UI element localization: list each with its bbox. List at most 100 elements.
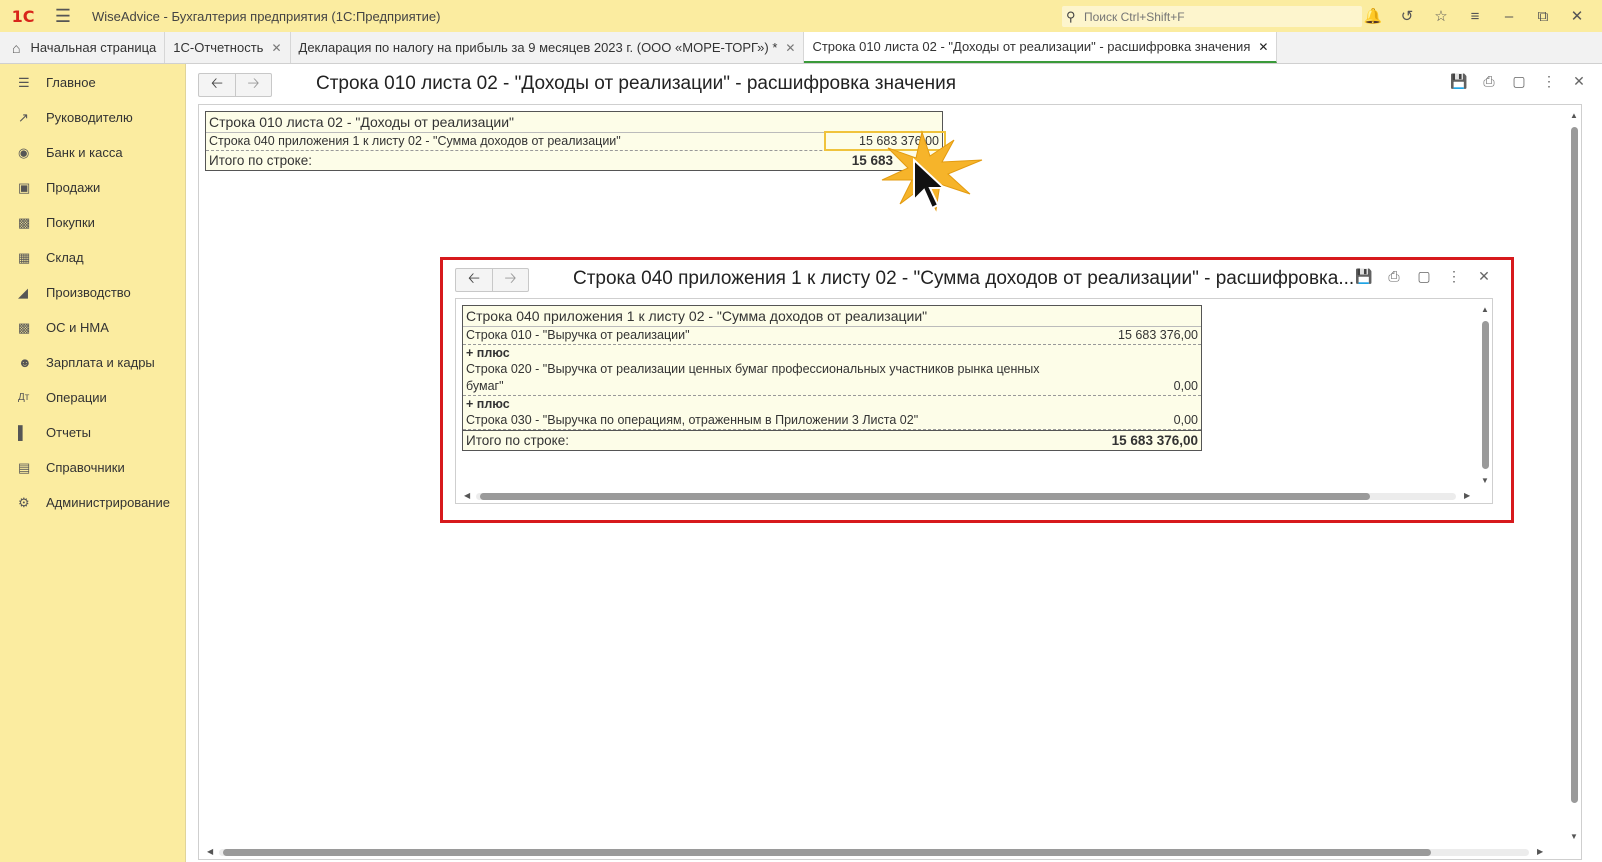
history-icon[interactable]: ↺: [1390, 7, 1424, 25]
preview-icon[interactable]: ▢: [1409, 268, 1439, 285]
settings-lines-icon[interactable]: ≡: [1458, 8, 1492, 25]
minimize-icon[interactable]: –: [1492, 8, 1526, 25]
save-icon[interactable]: 💾: [1444, 73, 1474, 90]
close-tab-icon[interactable]: ✕: [271, 41, 281, 55]
plus-label: + плюс: [466, 346, 510, 360]
sidebar-item-sales[interactable]: ▣ Продажи: [0, 170, 185, 205]
horizontal-scrollbar[interactable]: ◀ ▶: [199, 845, 1581, 859]
row-value[interactable]: 0,00: [1174, 412, 1198, 429]
sidebar-item-label: Главное: [46, 75, 96, 90]
sidebar-item-label: Производство: [46, 285, 131, 300]
person-icon: ☻: [18, 355, 32, 370]
row-value[interactable]: 15 683 376,00: [1118, 327, 1198, 344]
report-total-row: Итого по строке: 15 683: [206, 151, 942, 170]
print-icon[interactable]: ⎙: [1474, 73, 1504, 90]
sidebar-item-manager[interactable]: ↗ Руководителю: [0, 100, 185, 135]
scroll-thumb[interactable]: [1482, 321, 1489, 469]
scroll-right-arrow-icon[interactable]: ▶: [1537, 847, 1543, 856]
row-label: Строка 030 - "Выручка по операциям, отра…: [466, 413, 919, 427]
sidebar-item-main[interactable]: ☰ Главное: [0, 65, 185, 100]
title-bar: 1C ☰ WiseAdvice - Бухгалтерия предприяти…: [0, 0, 1602, 32]
sidebar-item-catalogs[interactable]: ▤ Справочники: [0, 450, 185, 485]
popup-report-sheet[interactable]: Строка 040 приложения 1 к листу 02 - "Су…: [455, 298, 1493, 504]
scroll-up-arrow-icon[interactable]: ▲: [1481, 305, 1489, 314]
search-box[interactable]: ⚲: [1062, 6, 1362, 27]
scroll-thumb[interactable]: [480, 493, 1370, 500]
sidebar-item-warehouse[interactable]: ▦ Склад: [0, 240, 185, 275]
row-value[interactable]: 0,00: [1174, 378, 1198, 395]
bag-icon: ▣: [18, 179, 31, 195]
form-tools: 💾 ⎙ ▢ ⋮ ✕: [1444, 73, 1594, 90]
close-tab-icon[interactable]: ✕: [1258, 40, 1268, 54]
horizontal-scrollbar[interactable]: ◀ ▶: [456, 489, 1492, 503]
app-title: WiseAdvice - Бухгалтерия предприятия (1С…: [92, 8, 441, 24]
back-arrow-icon[interactable]: 🡠: [199, 74, 235, 96]
vertical-scrollbar[interactable]: ▲ ▼: [1567, 105, 1581, 859]
scroll-thumb[interactable]: [1571, 127, 1578, 803]
cart-icon: ▩: [18, 214, 31, 230]
popup-tools: 💾 ⎙ ▢ ⋮ ✕: [1349, 268, 1499, 285]
print-icon[interactable]: ⎙: [1379, 268, 1409, 285]
sidebar-item-label: Руководителю: [46, 110, 133, 125]
hamburger-menu-icon[interactable]: ☰: [52, 0, 74, 32]
more-icon[interactable]: ⋮: [1534, 73, 1564, 90]
gear-icon: ⚙: [18, 494, 30, 510]
row-label-line: бумаг": [466, 379, 504, 393]
total-value: 15 683 376,00: [1111, 433, 1198, 448]
sidebar-item-label: Продажи: [46, 180, 101, 195]
bell-icon[interactable]: 🔔: [1356, 7, 1390, 25]
close-form-icon[interactable]: ✕: [1564, 73, 1594, 90]
tab-label: Строка 010 листа 02 - "Доходы от реализа…: [812, 39, 1251, 54]
sidebar-item-production[interactable]: ◢ Производство: [0, 275, 185, 310]
sidebar-item-fixed-assets[interactable]: ▩ ОС и НМА: [0, 310, 185, 345]
scroll-thumb[interactable]: [223, 849, 1431, 856]
tab-line-010-decoding[interactable]: Строка 010 листа 02 - "Доходы от реализа…: [804, 32, 1278, 63]
sidebar-item-reports[interactable]: ▌ Отчеты: [0, 415, 185, 450]
tab-1c-reporting[interactable]: 1С-Отчетность ✕: [165, 32, 291, 63]
search-input[interactable]: [1084, 9, 1344, 24]
forward-arrow-icon[interactable]: 🡢: [235, 74, 271, 96]
scroll-down-arrow-icon[interactable]: ▼: [1481, 476, 1489, 485]
report-row[interactable]: Строка 030 - "Выручка по операциям, отра…: [463, 412, 1201, 430]
close-tab-icon[interactable]: ✕: [785, 41, 795, 55]
scroll-left-arrow-icon[interactable]: ◀: [207, 847, 213, 856]
forward-arrow-icon[interactable]: 🡢: [492, 269, 528, 291]
sidebar-item-bank[interactable]: ◉ Банк и касса: [0, 135, 185, 170]
restore-icon[interactable]: ⧉: [1526, 8, 1560, 25]
1c-logo[interactable]: 1C: [0, 0, 46, 32]
sidebar-item-admin[interactable]: ⚙ Администрирование: [0, 485, 185, 520]
plus-label: + плюс: [466, 397, 510, 411]
more-icon[interactable]: ⋮: [1439, 268, 1469, 285]
decoding-popup: 🡠 🡢 Строка 040 приложения 1 к листу 02 -…: [440, 257, 1514, 523]
click-burst-icon: [881, 130, 983, 212]
scroll-right-arrow-icon[interactable]: ▶: [1464, 491, 1470, 500]
sidebar-item-label: Отчеты: [46, 425, 91, 440]
sidebar-item-label: Зарплата и кадры: [46, 355, 155, 370]
sidebar-item-label: Покупки: [46, 215, 95, 230]
save-icon[interactable]: 💾: [1349, 268, 1379, 285]
scroll-up-arrow-icon[interactable]: ▲: [1570, 111, 1578, 120]
star-icon[interactable]: ☆: [1424, 7, 1458, 25]
sidebar-item-operations[interactable]: Дт Операции: [0, 380, 185, 415]
sidebar-item-salary[interactable]: ☻ Зарплата и кадры: [0, 345, 185, 380]
sidebar-item-purchases[interactable]: ▩ Покупки: [0, 205, 185, 240]
back-arrow-icon[interactable]: 🡠: [456, 269, 492, 291]
sidebar-item-label: Склад: [46, 250, 84, 265]
report-row[interactable]: Строка 010 - "Выручка от реализации" 15 …: [463, 327, 1201, 345]
vertical-scrollbar[interactable]: ▲ ▼: [1478, 299, 1492, 503]
menu-lines-icon: ☰: [18, 74, 30, 90]
tab-home[interactable]: ⌂ Начальная страница: [0, 32, 166, 63]
report-header: Строка 040 приложения 1 к листу 02 - "Су…: [463, 306, 1201, 327]
report-header: Строка 010 листа 02 - "Доходы от реализа…: [206, 112, 942, 133]
tab-label: 1С-Отчетность: [173, 40, 264, 55]
report-row[interactable]: Строка 020 - "Выручка от реализации ценн…: [463, 361, 1201, 396]
tab-declaration[interactable]: Декларация по налогу на прибыль за 9 мес…: [291, 32, 805, 63]
close-window-icon[interactable]: ✕: [1560, 7, 1594, 25]
close-popup-icon[interactable]: ✕: [1469, 268, 1499, 285]
preview-icon[interactable]: ▢: [1504, 73, 1534, 90]
nav-buttons: 🡠 🡢: [198, 73, 272, 97]
scroll-down-arrow-icon[interactable]: ▼: [1570, 832, 1578, 841]
total-label: Итого по строке:: [209, 153, 312, 168]
row-label: Строка 020 - "Выручка от реализации ценн…: [466, 361, 1040, 395]
scroll-left-arrow-icon[interactable]: ◀: [464, 491, 470, 500]
